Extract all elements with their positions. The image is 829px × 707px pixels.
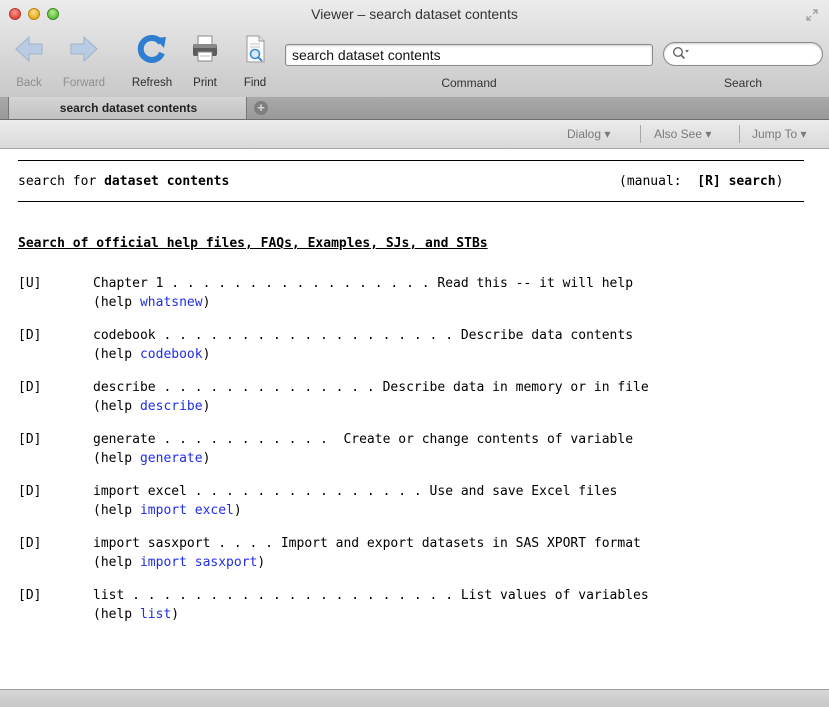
manual-ref-link[interactable]: [R] search (697, 174, 775, 189)
entry-help-line: (help generate) (93, 451, 210, 466)
entry-tag: [D] (18, 484, 42, 499)
entry-tag: [D] (18, 380, 42, 395)
tab-label: search dataset contents (59, 101, 198, 115)
entry-help-line: (help whatsnew) (93, 295, 210, 310)
help-link[interactable]: import excel (140, 503, 234, 518)
manual-suffix: ) (775, 174, 784, 189)
back-arrow-icon (15, 35, 43, 63)
fullscreen-icon[interactable] (806, 9, 818, 21)
help-suffix: ) (202, 451, 211, 466)
entry-help-line: (help import excel) (93, 503, 242, 518)
entry-tag: [U] (18, 276, 42, 291)
entry-help-line: (help describe) (93, 399, 210, 414)
entry-description: codebook . . . . . . . . . . . . . . . .… (93, 328, 634, 343)
entry-description: import sasxport . . . . Import and expor… (93, 536, 641, 551)
refresh-icon (137, 34, 166, 63)
manual-prefix: (manual: (619, 174, 698, 189)
tab-search-dataset-contents[interactable]: search dataset contents (8, 97, 247, 119)
entry-tag: [D] (18, 328, 42, 343)
entry-description: list . . . . . . . . . . . . . . . . . .… (93, 588, 649, 603)
forward-button[interactable]: Forward (61, 30, 107, 92)
divider (18, 160, 804, 161)
entry-tag: [D] (18, 536, 42, 551)
divider (18, 201, 804, 202)
entry-help-line: (help codebook) (93, 347, 210, 362)
entry-help-line: (help import sasxport) (93, 555, 265, 570)
help-link[interactable]: describe (140, 399, 203, 414)
manual-reference: (manual: [R] search) (619, 174, 783, 189)
entry-tag: [D] (18, 432, 42, 447)
also-see-menu[interactable]: Also See ▾ (654, 127, 711, 141)
menu-divider (739, 125, 740, 143)
help-prefix: (help (93, 503, 140, 518)
help-link[interactable]: codebook (140, 347, 203, 362)
help-suffix: ) (202, 347, 211, 362)
help-prefix: (help (93, 295, 140, 310)
help-prefix: (help (93, 399, 140, 414)
help-suffix: ) (202, 295, 211, 310)
search-for-text: search for (18, 174, 105, 189)
help-link[interactable]: generate (140, 451, 203, 466)
viewer-window: Viewer – search dataset contents Back Fo… (0, 0, 829, 707)
find-button[interactable]: Find (232, 30, 278, 92)
status-bar (0, 689, 829, 707)
entry-description: generate . . . . . . . . . . . Create or… (93, 432, 634, 447)
forward-arrow-icon (70, 35, 98, 63)
jump-to-menu[interactable]: Jump To ▾ (752, 127, 807, 141)
viewer-menu-bar: Dialog ▾ Also See ▾ Jump To ▾ (0, 120, 829, 149)
add-tab-icon[interactable]: + (254, 101, 268, 115)
help-content: search for dataset contents (manual: [R]… (0, 149, 829, 689)
search-icon[interactable] (672, 46, 690, 62)
command-input[interactable] (285, 44, 653, 66)
printer-icon (193, 35, 217, 62)
refresh-button[interactable]: Refresh (129, 30, 175, 92)
help-prefix: (help (93, 607, 140, 622)
command-label: Command (441, 76, 497, 90)
help-prefix: (help (93, 451, 140, 466)
search-input[interactable] (663, 42, 823, 66)
dialog-menu[interactable]: Dialog ▾ (567, 127, 610, 141)
entry-description: import excel . . . . . . . . . . . . . .… (93, 484, 618, 499)
help-suffix: ) (233, 503, 242, 518)
help-link[interactable]: import sasxport (140, 555, 257, 570)
back-button[interactable]: Back (6, 30, 52, 92)
window-title: Viewer – search dataset contents (311, 6, 518, 22)
entry-description: describe . . . . . . . . . . . . . . Des… (93, 380, 649, 395)
find-document-icon (246, 35, 265, 63)
help-suffix: ) (257, 555, 266, 570)
help-prefix: (help (93, 555, 140, 570)
search-term: dataset contents (104, 174, 230, 189)
search-label: Search (723, 76, 763, 90)
help-prefix: (help (93, 347, 140, 362)
forward-label: Forward (62, 77, 106, 89)
find-label: Find (243, 77, 267, 89)
tab-bar: search dataset contents + (0, 97, 829, 120)
entry-description: Chapter 1 . . . . . . . . . . . . . . . … (93, 276, 634, 291)
toolbar-area: Viewer – search dataset contents Back Fo… (0, 0, 829, 98)
help-suffix: ) (171, 607, 180, 622)
help-link[interactable]: list (140, 607, 171, 622)
help-suffix: ) (202, 399, 211, 414)
menu-divider (640, 125, 641, 143)
section-title: Search of official help files, FAQs, Exa… (18, 236, 488, 251)
help-link[interactable]: whatsnew (140, 295, 203, 310)
entry-help-line: (help list) (93, 607, 179, 622)
entry-tag: [D] (18, 588, 42, 603)
search-header: search for dataset contents (18, 174, 229, 189)
